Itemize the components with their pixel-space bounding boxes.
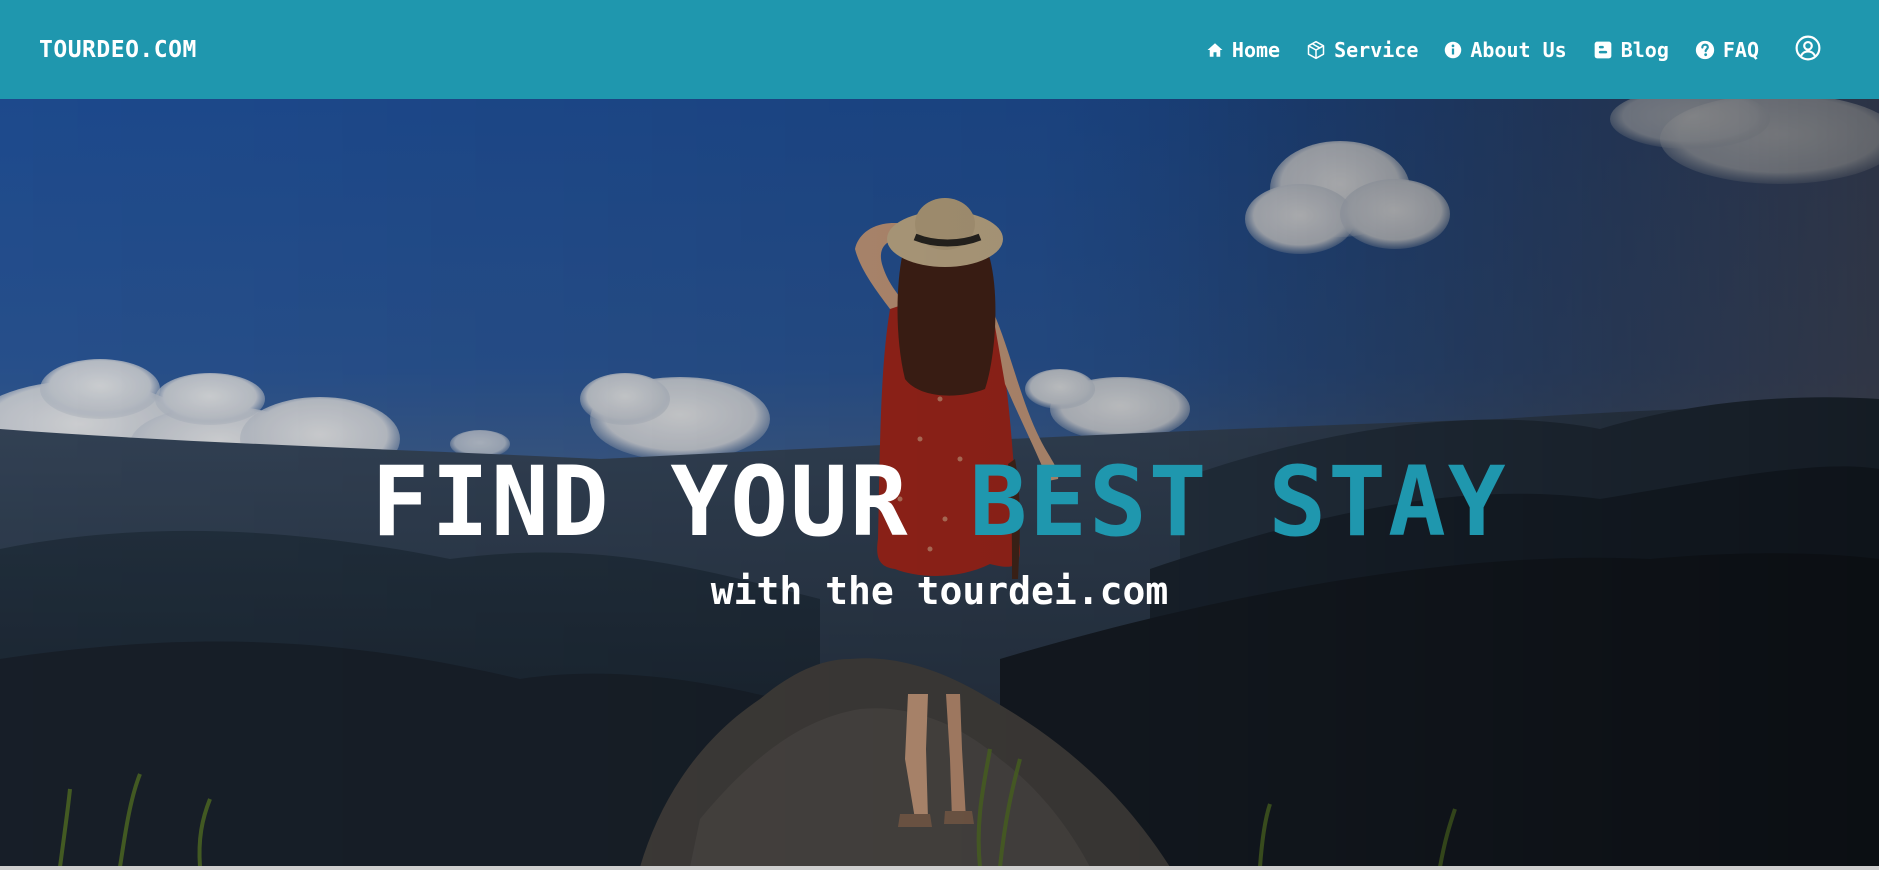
blogger-icon: [1593, 40, 1613, 60]
home-icon: [1206, 41, 1224, 59]
nav-about-label: About Us: [1470, 37, 1567, 62]
navbar: TOURDEO.COM Home Service About Us Blog F…: [0, 0, 1879, 99]
nav-about[interactable]: About Us: [1444, 37, 1567, 62]
nav-faq[interactable]: FAQ: [1695, 38, 1759, 62]
nav-home-label: Home: [1231, 37, 1281, 62]
nav-blog-label: Blog: [1620, 37, 1669, 62]
headline-accent: BEST STAY: [969, 446, 1508, 558]
nav-home[interactable]: Home: [1206, 38, 1280, 62]
profile-button[interactable]: [1795, 35, 1821, 65]
info-icon: [1444, 41, 1462, 59]
headline-white: FIND YOUR: [371, 446, 970, 558]
nav-blog[interactable]: Blog: [1593, 38, 1669, 62]
hero-headline: FIND YOUR BEST STAY: [0, 454, 1879, 550]
hero-section: FIND YOUR BEST STAY with the tourdei.com: [0, 99, 1879, 867]
nav-links: Home Service About Us Blog FAQ: [1206, 35, 1821, 65]
nav-faq-label: FAQ: [1722, 37, 1759, 62]
nav-service-label: Service: [1334, 37, 1419, 62]
brand-logo[interactable]: TOURDEO.COM: [39, 37, 197, 63]
nav-service[interactable]: Service: [1306, 38, 1418, 62]
box-icon: [1306, 40, 1326, 60]
hero-text: FIND YOUR BEST STAY with the tourdei.com: [0, 99, 1879, 867]
question-icon: [1695, 40, 1715, 60]
user-circle-icon: [1795, 35, 1821, 65]
hero-subline: with the tourdei.com: [710, 569, 1169, 613]
